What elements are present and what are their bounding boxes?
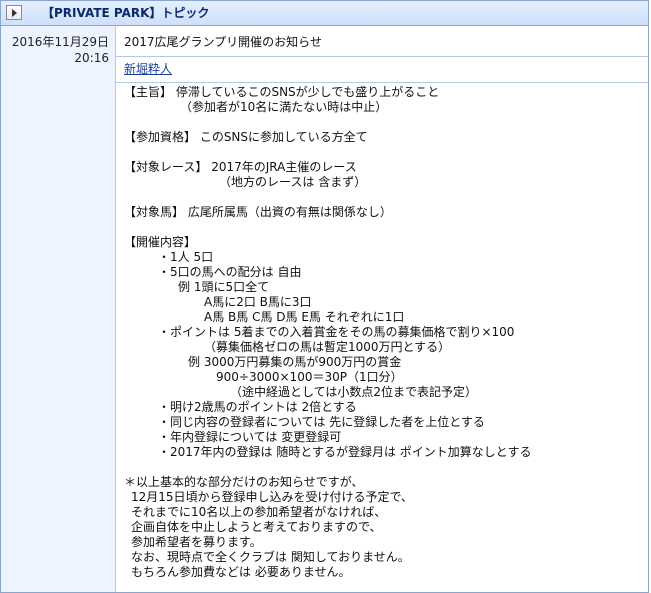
body-line: 参加希望者を募ります。	[131, 535, 262, 549]
body-line: ・同じ内容の登録者については 先に登録した者を上位とする	[158, 415, 485, 429]
body-line: （募集価格ゼロの馬は暫定1000万円とする）	[204, 340, 451, 354]
author-link[interactable]: 新堀粋人	[124, 61, 172, 77]
expand-toggle-button[interactable]	[6, 5, 22, 20]
body-line: 企画自体を中止しようと考えておりますので、	[131, 520, 382, 534]
body-line: 【対象レース】 2017年のJRA主催のレース	[124, 160, 357, 174]
subject-row: 2017広尾グランプリ開催のお知らせ	[116, 26, 648, 57]
author-row: 新堀粋人	[116, 57, 648, 83]
body-line: ・1人 5口	[158, 250, 214, 264]
body-line: （地方のレースは 含まず）	[219, 175, 367, 189]
header-title: 【PRIVATE PARK】トピック	[42, 6, 210, 20]
body-line: もちろん参加費などは 必要ありません。	[131, 565, 351, 579]
body-line: ・年内登録については 変更登録可	[158, 430, 342, 444]
post-date-column: 2016年11月29日 20:16	[1, 26, 116, 592]
body-line: 【対象馬】 広尾所属馬（出資の有無は関係なし）	[124, 205, 392, 219]
body-line: 例 1頭に5口全て	[178, 280, 270, 294]
body-line: 【開催内容】	[124, 235, 197, 249]
body-line: （参加者が10名に満たない時は中止）	[180, 100, 388, 114]
body-line: ・ポイントは 5着までの入着賞金をその馬の募集価格で割り×100	[158, 325, 515, 339]
body-line: （途中経過としては小数点2位まで表記予定）	[230, 385, 478, 399]
body-line: それまでに10名以上の参加希望者がなければ、	[131, 505, 387, 519]
post-subject: 2017広尾グランプリ開催のお知らせ	[124, 35, 322, 49]
body-line: A馬 B馬 C馬 D馬 E馬 それぞれに1口	[204, 310, 405, 324]
body-line: 【参加資格】 このSNSに参加している方全て	[124, 130, 368, 144]
post-body: 【主旨】 停滞しているこのSNSが少しでも盛り上がること （参加者が10名に満た…	[116, 83, 648, 592]
play-triangle-icon	[12, 9, 17, 17]
post-date: 2016年11月29日	[11, 35, 109, 49]
post-datetime: 2016年11月29日 20:16	[12, 34, 109, 66]
body-line: ・5口の馬への配分は 自由	[158, 265, 302, 279]
body-line: ・明け2歳馬のポイントは 2倍とする	[158, 400, 357, 414]
topic-header: 【PRIVATE PARK】トピック	[1, 1, 648, 26]
body-line: ・2017年内の登録は 随時とするが登録月は ポイント加算なしとする	[158, 445, 532, 459]
body-line: A馬に2口 B馬に3口	[204, 295, 312, 309]
post-time: 20:16	[74, 51, 109, 65]
topic-panel: 【PRIVATE PARK】トピック 2016年11月29日 20:16 201…	[0, 0, 649, 593]
body-line: ＊以上基本的な部分だけのお知らせですが、	[124, 475, 364, 489]
body-line: 例 3000万円募集の馬が900万円の賞金	[188, 355, 402, 369]
body-line: 12月15日頃から登録申し込みを受け付ける予定で、	[131, 490, 414, 504]
body-line: なお、現時点で全くクラブは 関知しておりません。	[131, 550, 410, 564]
body-line: 900÷3000×100＝30P（1口分）	[216, 370, 403, 384]
body-line: 【主旨】 停滞しているこのSNSが少しでも盛り上がること	[124, 85, 440, 99]
